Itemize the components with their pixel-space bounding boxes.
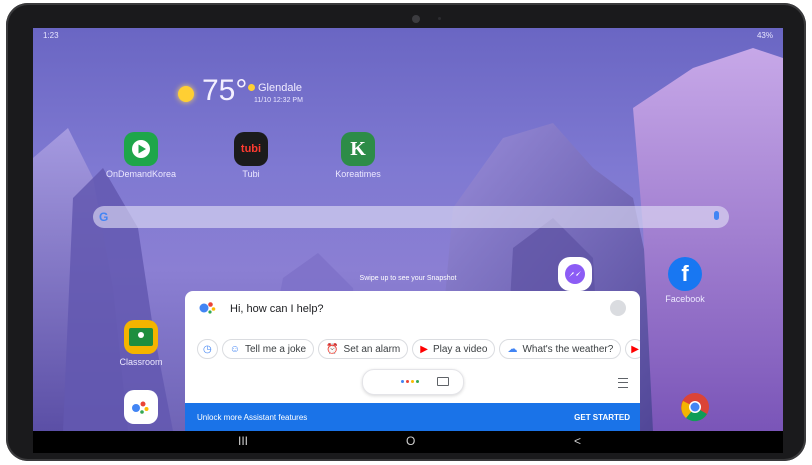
microphone-icon[interactable] — [714, 211, 719, 220]
home-button[interactable]: O — [406, 434, 415, 448]
app-classroom[interactable]: Classroom — [96, 320, 186, 367]
weather-updated: 11/10 12:32 PM — [254, 97, 303, 104]
messenger-icon — [558, 257, 592, 291]
sun-icon — [178, 86, 194, 102]
app-messenger[interactable] — [530, 257, 620, 291]
app-label: Classroom — [119, 357, 163, 367]
chip-play-video[interactable]: ▶ Play a video — [412, 339, 496, 359]
facebook-icon: f — [668, 257, 702, 291]
assistant-panel: Hi, how can I help? ◷ ☺ Tell me a joke ⏰ S… — [185, 291, 640, 431]
home-screen: 1:23 43% 75° Glendale 11/10 12:32 PM OnD… — [33, 28, 783, 431]
chrome-icon — [678, 390, 712, 424]
status-bar: 1:23 43% — [33, 31, 783, 43]
youtube-icon: ▶ — [631, 343, 639, 355]
assistant-input-pill[interactable] — [362, 369, 464, 395]
alarm-icon: ⏰ — [326, 343, 339, 355]
app-label: OnDemandKorea — [105, 169, 177, 179]
chip-weather[interactable]: ☁ What's the weather? — [499, 339, 622, 359]
cloud-icon: ☁ — [507, 343, 518, 355]
ondemandkorea-icon — [124, 132, 158, 166]
suggestion-chips: ◷ ☺ Tell me a joke ⏰ Set an alarm ▶ Play a … — [197, 339, 640, 359]
get-started-button[interactable]: GET STARTED — [574, 413, 630, 422]
snapshot-hint: Swipe up to see your Snapshot — [359, 275, 457, 282]
chip-more[interactable]: ▶ — [625, 339, 640, 359]
assistant-dots-icon — [401, 380, 419, 383]
google-assistant-icon — [199, 302, 216, 314]
classroom-icon — [124, 320, 158, 354]
app-label: Tubi — [242, 169, 260, 179]
front-camera — [412, 15, 420, 23]
sun-small-icon — [248, 84, 255, 91]
app-google-assistant[interactable] — [96, 390, 186, 424]
app-koreatimes[interactable]: K Koreatimes — [313, 132, 403, 179]
sensor — [438, 17, 441, 20]
assistant-prompt: Hi, how can I help? — [230, 303, 324, 315]
app-chrome[interactable] — [650, 390, 740, 424]
chip-tell-joke[interactable]: ☺ Tell me a joke — [221, 339, 315, 359]
assistant-app-icon — [124, 390, 158, 424]
app-ondemandkorea[interactable]: OnDemandKorea — [96, 132, 186, 179]
recents-button[interactable]: III — [238, 434, 248, 448]
smiley-icon: ☺ — [229, 343, 240, 355]
keyboard-icon[interactable] — [437, 377, 449, 386]
google-icon: G — [99, 210, 109, 224]
navigation-bar: III O < — [33, 431, 783, 453]
account-avatar[interactable] — [610, 300, 626, 316]
get-started-banner: Unlock more Assistant features GET START… — [185, 403, 640, 431]
app-label: Koreatimes — [335, 169, 381, 179]
banner-text: Unlock more Assistant features — [197, 413, 308, 422]
back-button[interactable]: < — [574, 434, 581, 448]
app-tubi[interactable]: tubi Tubi — [206, 132, 296, 179]
battery-level: 43% — [756, 31, 773, 40]
youtube-icon: ▶ — [420, 343, 428, 355]
temperature: 75° — [202, 74, 248, 107]
tubi-icon: tubi — [234, 132, 268, 166]
google-search-bar[interactable]: G — [93, 206, 729, 228]
chip-set-alarm[interactable]: ⏰ Set an alarm — [318, 339, 409, 359]
status-time: 1:23 — [43, 31, 59, 40]
history-chip[interactable]: ◷ — [197, 339, 218, 359]
clock-icon: ◷ — [203, 343, 212, 355]
koreatimes-icon: K — [341, 132, 375, 166]
location-name: Glendale — [258, 82, 303, 94]
explore-icon[interactable] — [618, 378, 628, 388]
app-label: Facebook — [665, 294, 705, 304]
location: Glendale — [248, 82, 302, 94]
